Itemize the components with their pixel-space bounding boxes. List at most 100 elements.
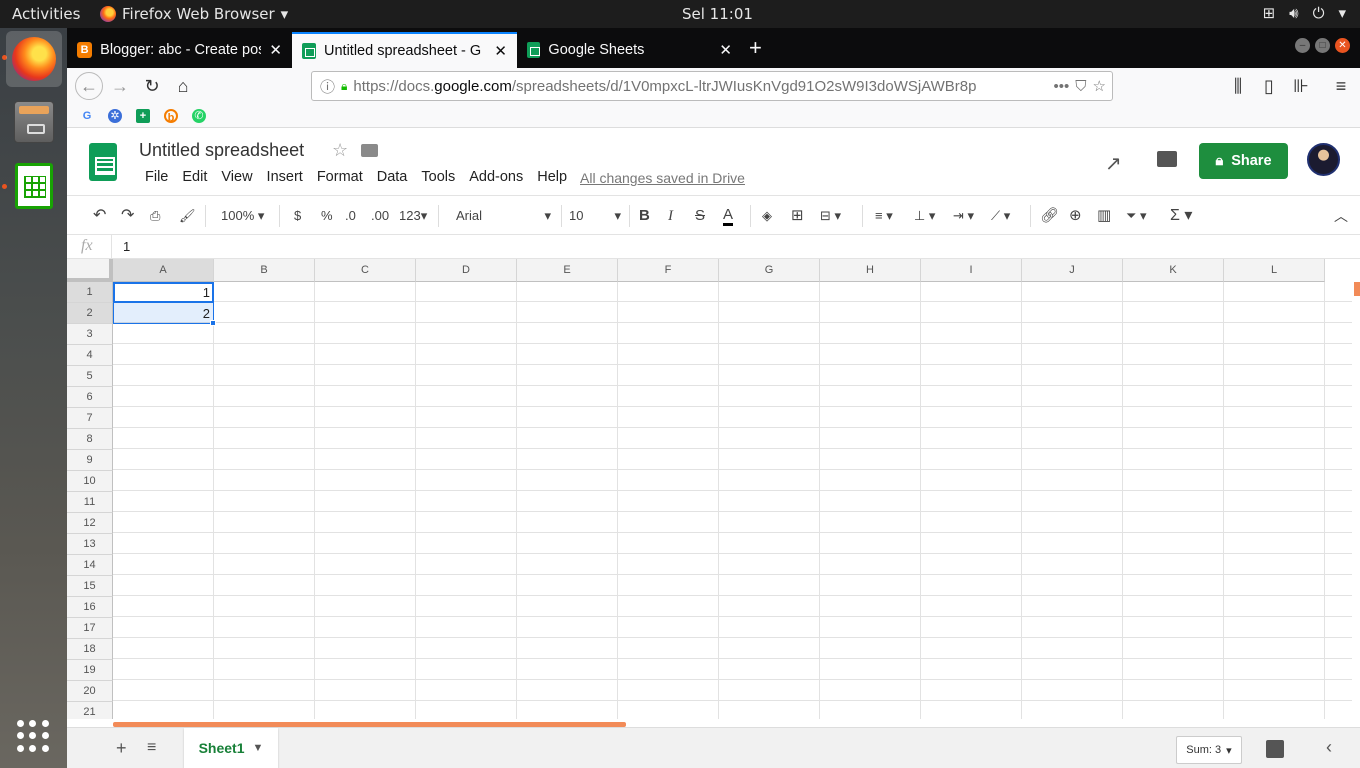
fill-handle[interactable] bbox=[210, 320, 216, 326]
select-all-corner[interactable] bbox=[67, 259, 113, 282]
maximize-button[interactable]: □ bbox=[1315, 38, 1330, 53]
row-header-13[interactable]: 13 bbox=[67, 534, 113, 555]
menu-view[interactable]: View bbox=[214, 169, 259, 185]
sheets-bookmark-icon[interactable]: + bbox=[136, 109, 150, 123]
google-bookmark-icon[interactable]: G bbox=[80, 109, 94, 123]
percent-button[interactable]: % bbox=[321, 206, 333, 226]
forward-button[interactable]: → bbox=[108, 74, 132, 98]
row-header-18[interactable]: 18 bbox=[67, 639, 113, 660]
sheets-logo-icon[interactable] bbox=[89, 143, 117, 181]
sum-indicator[interactable]: Sum: 3 ▾ bbox=[1176, 736, 1242, 764]
page-actions-icon[interactable]: ••• bbox=[1054, 78, 1070, 95]
strikethrough-button[interactable]: S bbox=[695, 206, 705, 226]
row-header-7[interactable]: 7 bbox=[67, 408, 113, 429]
menu-help[interactable]: Help bbox=[530, 169, 574, 185]
column-header-a[interactable]: A bbox=[113, 259, 214, 282]
insert-link-icon[interactable]: 🔗︎ bbox=[1040, 206, 1059, 226]
all-sheets-button[interactable]: ≡ bbox=[147, 739, 156, 757]
column-header-e[interactable]: E bbox=[517, 259, 618, 282]
new-tab-button[interactable]: + bbox=[749, 35, 762, 61]
activities-button[interactable]: Activities bbox=[12, 5, 80, 23]
font-size-select[interactable]: 10 ▾ bbox=[569, 206, 621, 226]
menu-insert[interactable]: Insert bbox=[260, 169, 310, 185]
sheet-tab-sheet1[interactable]: Sheet1 ▼ bbox=[184, 728, 278, 768]
cell-A2[interactable]: 2 bbox=[113, 303, 214, 324]
spreadsheet-grid[interactable]: ABCDEFGHIJKL 1 2 3 4 5 6 7 8 9 10 11 12 13 14 15 16 17 18… bbox=[67, 259, 1352, 719]
paint-format-icon[interactable]: 🖌︎ bbox=[179, 206, 196, 226]
column-header-h[interactable]: H bbox=[820, 259, 921, 282]
menu-tools[interactable]: Tools bbox=[414, 169, 462, 185]
blogger-bookmark-icon[interactable]: b bbox=[164, 109, 178, 124]
increase-decimal-button[interactable]: .00 bbox=[371, 206, 389, 226]
insert-comment-icon[interactable]: ⊕ bbox=[1069, 206, 1082, 226]
row-header-3[interactable]: 3 bbox=[67, 324, 113, 345]
zoom-select[interactable]: 100% ▾ bbox=[221, 206, 264, 226]
collapse-toolbar-icon[interactable]: ︿ bbox=[1334, 206, 1348, 226]
sidebar-icon[interactable]: ▯ bbox=[1257, 74, 1281, 98]
reload-button[interactable]: ↻ bbox=[140, 74, 164, 98]
info-icon[interactable]: ⓘ bbox=[320, 76, 335, 97]
clock[interactable]: Sel 11:01 bbox=[682, 5, 753, 23]
row-header-17[interactable]: 17 bbox=[67, 618, 113, 639]
app-menu[interactable]: Firefox Web Browser ▾ bbox=[100, 5, 288, 23]
column-header-l[interactable]: L bbox=[1224, 259, 1325, 282]
menu-data[interactable]: Data bbox=[370, 169, 415, 185]
vertical-scrollbar[interactable] bbox=[1354, 282, 1360, 296]
folder-icon[interactable] bbox=[361, 144, 378, 157]
dock-files[interactable] bbox=[6, 94, 62, 150]
show-applications-icon[interactable] bbox=[17, 720, 49, 752]
row-header-2[interactable]: 2 bbox=[67, 303, 113, 324]
row-header-14[interactable]: 14 bbox=[67, 555, 113, 576]
menu-file[interactable]: File bbox=[138, 169, 175, 185]
row-header-4[interactable]: 4 bbox=[67, 345, 113, 366]
url-bar[interactable]: ⓘ 🔒︎ https://docs.google.com/spreadsheet… bbox=[311, 71, 1113, 101]
row-header-10[interactable]: 10 bbox=[67, 471, 113, 492]
column-header-d[interactable]: D bbox=[416, 259, 517, 282]
vertical-align-icon[interactable]: ⊥ ▾ bbox=[914, 206, 935, 226]
undo-icon[interactable]: ↶ bbox=[93, 206, 106, 226]
bookmark-star-icon[interactable]: ☆ bbox=[1093, 77, 1112, 95]
row-header-19[interactable]: 19 bbox=[67, 660, 113, 681]
row-header-1[interactable]: 1 bbox=[67, 282, 113, 303]
borders-icon[interactable]: ⊞ bbox=[791, 206, 804, 226]
back-button[interactable]: ← bbox=[75, 72, 103, 100]
chevron-left-icon[interactable]: ‹ bbox=[1326, 737, 1332, 758]
tab-google-sheets[interactable]: Google Sheets ✕ bbox=[517, 32, 742, 68]
column-header-g[interactable]: G bbox=[719, 259, 820, 282]
add-sheet-button[interactable]: + bbox=[116, 738, 127, 759]
minimize-button[interactable]: – bbox=[1295, 38, 1310, 53]
cell-area[interactable] bbox=[113, 282, 1352, 719]
library-icon[interactable]: ⫼ bbox=[1226, 74, 1250, 98]
cell-A1[interactable]: 1 bbox=[113, 282, 214, 303]
home-button[interactable]: ⌂ bbox=[171, 74, 195, 98]
text-wrap-icon[interactable]: ⇥ ▾ bbox=[953, 206, 974, 226]
row-header-11[interactable]: 11 bbox=[67, 492, 113, 513]
row-header-16[interactable]: 16 bbox=[67, 597, 113, 618]
currency-button[interactable]: $ bbox=[294, 206, 301, 226]
dock-libreoffice-calc[interactable] bbox=[6, 158, 62, 214]
formula-input[interactable]: 1 bbox=[123, 239, 130, 254]
insert-chart-icon[interactable]: ▥ bbox=[1097, 206, 1111, 226]
row-header-15[interactable]: 15 bbox=[67, 576, 113, 597]
close-icon[interactable]: ✕ bbox=[269, 41, 282, 59]
star-icon[interactable]: ☆ bbox=[332, 140, 348, 161]
column-header-c[interactable]: C bbox=[315, 259, 416, 282]
lock-icon[interactable]: 🔒︎ bbox=[341, 79, 347, 94]
row-header-12[interactable]: 12 bbox=[67, 513, 113, 534]
merge-cells-icon[interactable]: ⊟ ▾ bbox=[820, 206, 841, 226]
text-rotation-icon[interactable]: ⟋ ▾ bbox=[991, 206, 1010, 226]
functions-icon[interactable]: Σ ▾ bbox=[1170, 206, 1192, 226]
column-header-i[interactable]: I bbox=[921, 259, 1022, 282]
column-header-j[interactable]: J bbox=[1022, 259, 1123, 282]
whatsapp-bookmark-icon[interactable]: ✆ bbox=[192, 109, 206, 123]
close-window-button[interactable]: ✕ bbox=[1335, 38, 1350, 53]
row-header-9[interactable]: 9 bbox=[67, 450, 113, 471]
tab-untitled-spreadsheet[interactable]: Untitled spreadsheet - G ✕ bbox=[292, 32, 517, 68]
column-header-b[interactable]: B bbox=[214, 259, 315, 282]
bold-button[interactable]: B bbox=[639, 206, 650, 226]
menu-addons[interactable]: Add-ons bbox=[462, 169, 530, 185]
tab-blogger[interactable]: B Blogger: abc - Create pos ✕ bbox=[67, 32, 292, 68]
row-header-5[interactable]: 5 bbox=[67, 366, 113, 387]
close-icon[interactable]: ✕ bbox=[719, 41, 732, 59]
decrease-decimal-button[interactable]: .0 bbox=[345, 206, 356, 226]
